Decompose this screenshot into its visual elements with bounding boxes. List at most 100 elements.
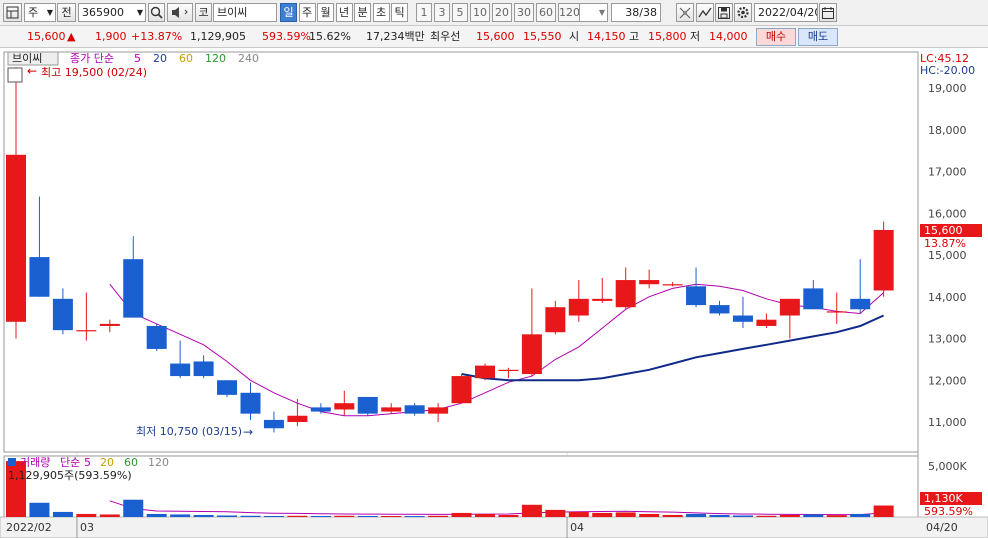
volume-bar: [686, 513, 707, 517]
y-tick-label: 13,000: [928, 333, 967, 346]
y-tick-label: 15,000: [928, 249, 967, 262]
candle-body: [873, 229, 894, 291]
volume-bar: [263, 515, 284, 517]
candle-body: [428, 407, 449, 414]
market2-label[interactable]: 코: [195, 3, 212, 22]
volume-ratio: 593.59%: [262, 30, 311, 43]
speaker-icon[interactable]: [167, 3, 193, 22]
prev-button[interactable]: 전: [57, 3, 76, 22]
code-input[interactable]: 365900 ▼: [78, 3, 146, 22]
tab-period-6[interactable]: 틱: [391, 3, 408, 22]
volume-bar: [357, 515, 378, 517]
candle-body: [287, 415, 308, 422]
hc-label: HC:-20.00: [920, 64, 975, 77]
candle-body: [52, 298, 73, 331]
chevron-down-icon: ▼: [136, 8, 143, 17]
volume-legend-item: 단순: [60, 456, 80, 469]
volume-legend-item: 120: [148, 456, 169, 469]
volume-bar: [52, 511, 73, 517]
candle-body: [381, 407, 402, 412]
tab-period-1[interactable]: 주: [298, 3, 316, 22]
volume-legend-item: 5: [84, 456, 91, 469]
volume-bar: [146, 513, 167, 517]
crosshair-icon[interactable]: [676, 3, 694, 22]
volume-bar: [873, 505, 894, 517]
y-tick-label: 14,000: [928, 291, 967, 304]
candle-body: [545, 307, 566, 333]
interval-button-1[interactable]: 1: [416, 3, 432, 22]
chart-area[interactable]: 11,000 12,000 13,000 14,000 15,000 16,000 17,0…: [0, 48, 988, 538]
interval-button-60[interactable]: 60: [536, 3, 556, 22]
legend-item: 종가 단순: [70, 52, 114, 65]
volume-bar: [428, 515, 449, 517]
candle-body: [357, 396, 378, 414]
open-price: 14,150: [587, 30, 626, 43]
volume-bar: [123, 499, 144, 517]
search-icon[interactable]: [148, 3, 165, 22]
date-field-value: 2022/04/20: [758, 6, 818, 19]
volume-bar: [850, 513, 871, 517]
gear-icon[interactable]: [734, 3, 752, 22]
candle-body: [475, 365, 495, 379]
market-select[interactable]: 주 ▼: [24, 3, 56, 22]
candle-body: [263, 419, 284, 429]
date-field[interactable]: 2022/04/20: [754, 3, 818, 22]
volume-bar: [639, 513, 660, 517]
interval-button-10[interactable]: 10: [470, 3, 490, 22]
interval-button-20[interactable]: 20: [492, 3, 512, 22]
volume-bar: [29, 502, 50, 517]
volume-bar: [756, 515, 777, 517]
price-change-pct: +13.87%: [131, 30, 183, 43]
candle-body: [662, 284, 683, 286]
date-label: 2022/02: [6, 521, 52, 534]
tab-period-3[interactable]: 년: [335, 3, 353, 22]
save-icon[interactable]: [715, 3, 733, 22]
volume-bar: [217, 515, 238, 517]
legend-item: 60: [179, 52, 193, 65]
volume-bar: [404, 516, 425, 518]
toolbar: 주 ▼ 전 365900 ▼ 코 브이씨 ▼ 38/38 2022/04/20: [0, 0, 988, 26]
layout-icon[interactable]: [3, 3, 22, 22]
candle-body: [404, 405, 425, 414]
volume-bar: [498, 514, 519, 517]
tab-period-5[interactable]: 초: [372, 3, 390, 22]
quote-bar: 15,600 ▲ 1,900 +13.87% 1,129,905 593.59%…: [0, 26, 988, 48]
volume-bar: [826, 515, 847, 517]
tab-period-2[interactable]: 월: [317, 3, 334, 22]
tab-period-4[interactable]: 분: [354, 3, 371, 22]
volume-annotation: 1,129,905주(593.59%): [8, 469, 132, 482]
volume-bar: [287, 515, 308, 517]
tab-period-0[interactable]: 일: [280, 3, 297, 22]
volume-bar: [732, 515, 753, 517]
high-annotation: 최고 19,500 (02/24): [41, 66, 147, 79]
stock-name-field[interactable]: 브이씨: [213, 3, 277, 22]
interval-button-30[interactable]: 30: [514, 3, 534, 22]
current-pct-label: 13.87%: [924, 237, 966, 250]
volume-legend-swatch: [8, 458, 16, 466]
calendar-icon[interactable]: [819, 3, 837, 22]
low-price: 14,000: [709, 30, 748, 43]
interval-button-5[interactable]: 5: [452, 3, 468, 22]
prev-button-label: 전: [61, 6, 72, 19]
volume-legend-item: 거래량: [20, 456, 50, 469]
buy-button[interactable]: 매수: [756, 28, 796, 46]
candle-body: [193, 361, 214, 377]
data-count-field[interactable]: 38/38: [611, 3, 661, 22]
interval-button-120[interactable]: 120: [558, 3, 580, 22]
legend-item: 120: [205, 52, 226, 65]
candle-body: [76, 330, 97, 332]
sell-button[interactable]: 매도: [798, 28, 838, 46]
volume-legend-item: 20: [100, 456, 114, 469]
volume-bar: [568, 511, 589, 517]
interval-button-3[interactable]: 3: [434, 3, 450, 22]
draw-tool-icon[interactable]: [696, 3, 714, 22]
candle-body: [615, 280, 636, 308]
market-select-value: 주: [28, 6, 39, 19]
candle-body: [756, 319, 777, 326]
market2-label-text: 코: [198, 6, 209, 19]
candle-body: [826, 311, 847, 313]
candle-body: [568, 298, 589, 316]
price-chart[interactable]: 11,000 12,000 13,000 14,000 15,000 16,000 17,0…: [0, 48, 988, 538]
volume-bar: [334, 515, 355, 517]
volume-bar: [451, 512, 472, 517]
